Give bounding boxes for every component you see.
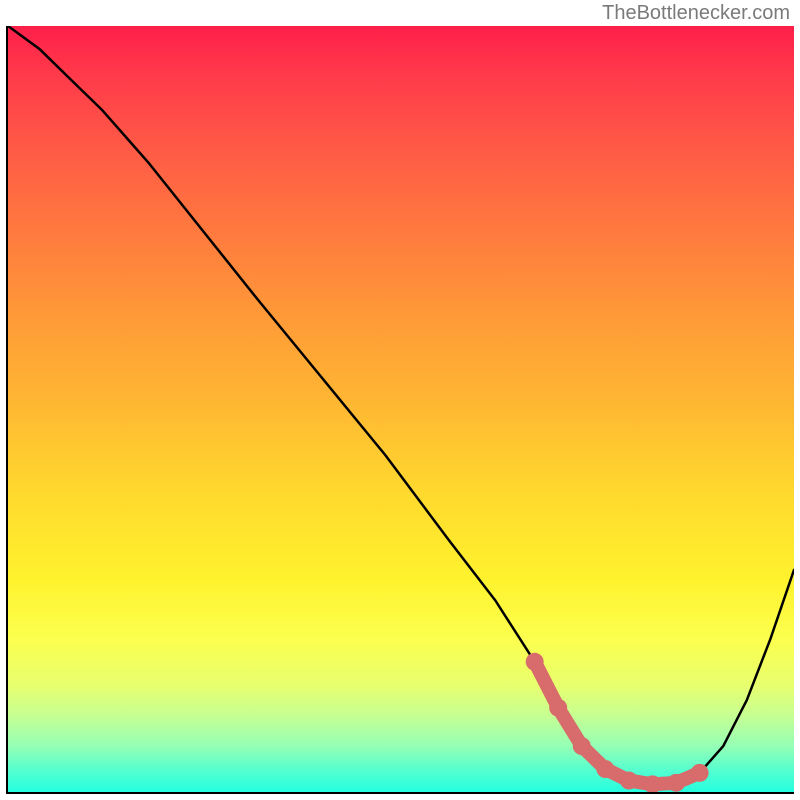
highlight-dot [667,774,685,792]
attribution-text: TheBottlenecker.com [602,2,790,25]
highlight-dot [620,772,638,790]
highlight-dot [549,699,567,717]
chart-container [6,26,794,794]
highlight-dot [526,653,544,671]
highlight-dot [691,764,709,782]
chart-plot [8,26,794,792]
highlight-dot [596,760,614,778]
highlight-dot [573,737,591,755]
curve-line [8,26,794,784]
highlight-line [535,662,700,785]
